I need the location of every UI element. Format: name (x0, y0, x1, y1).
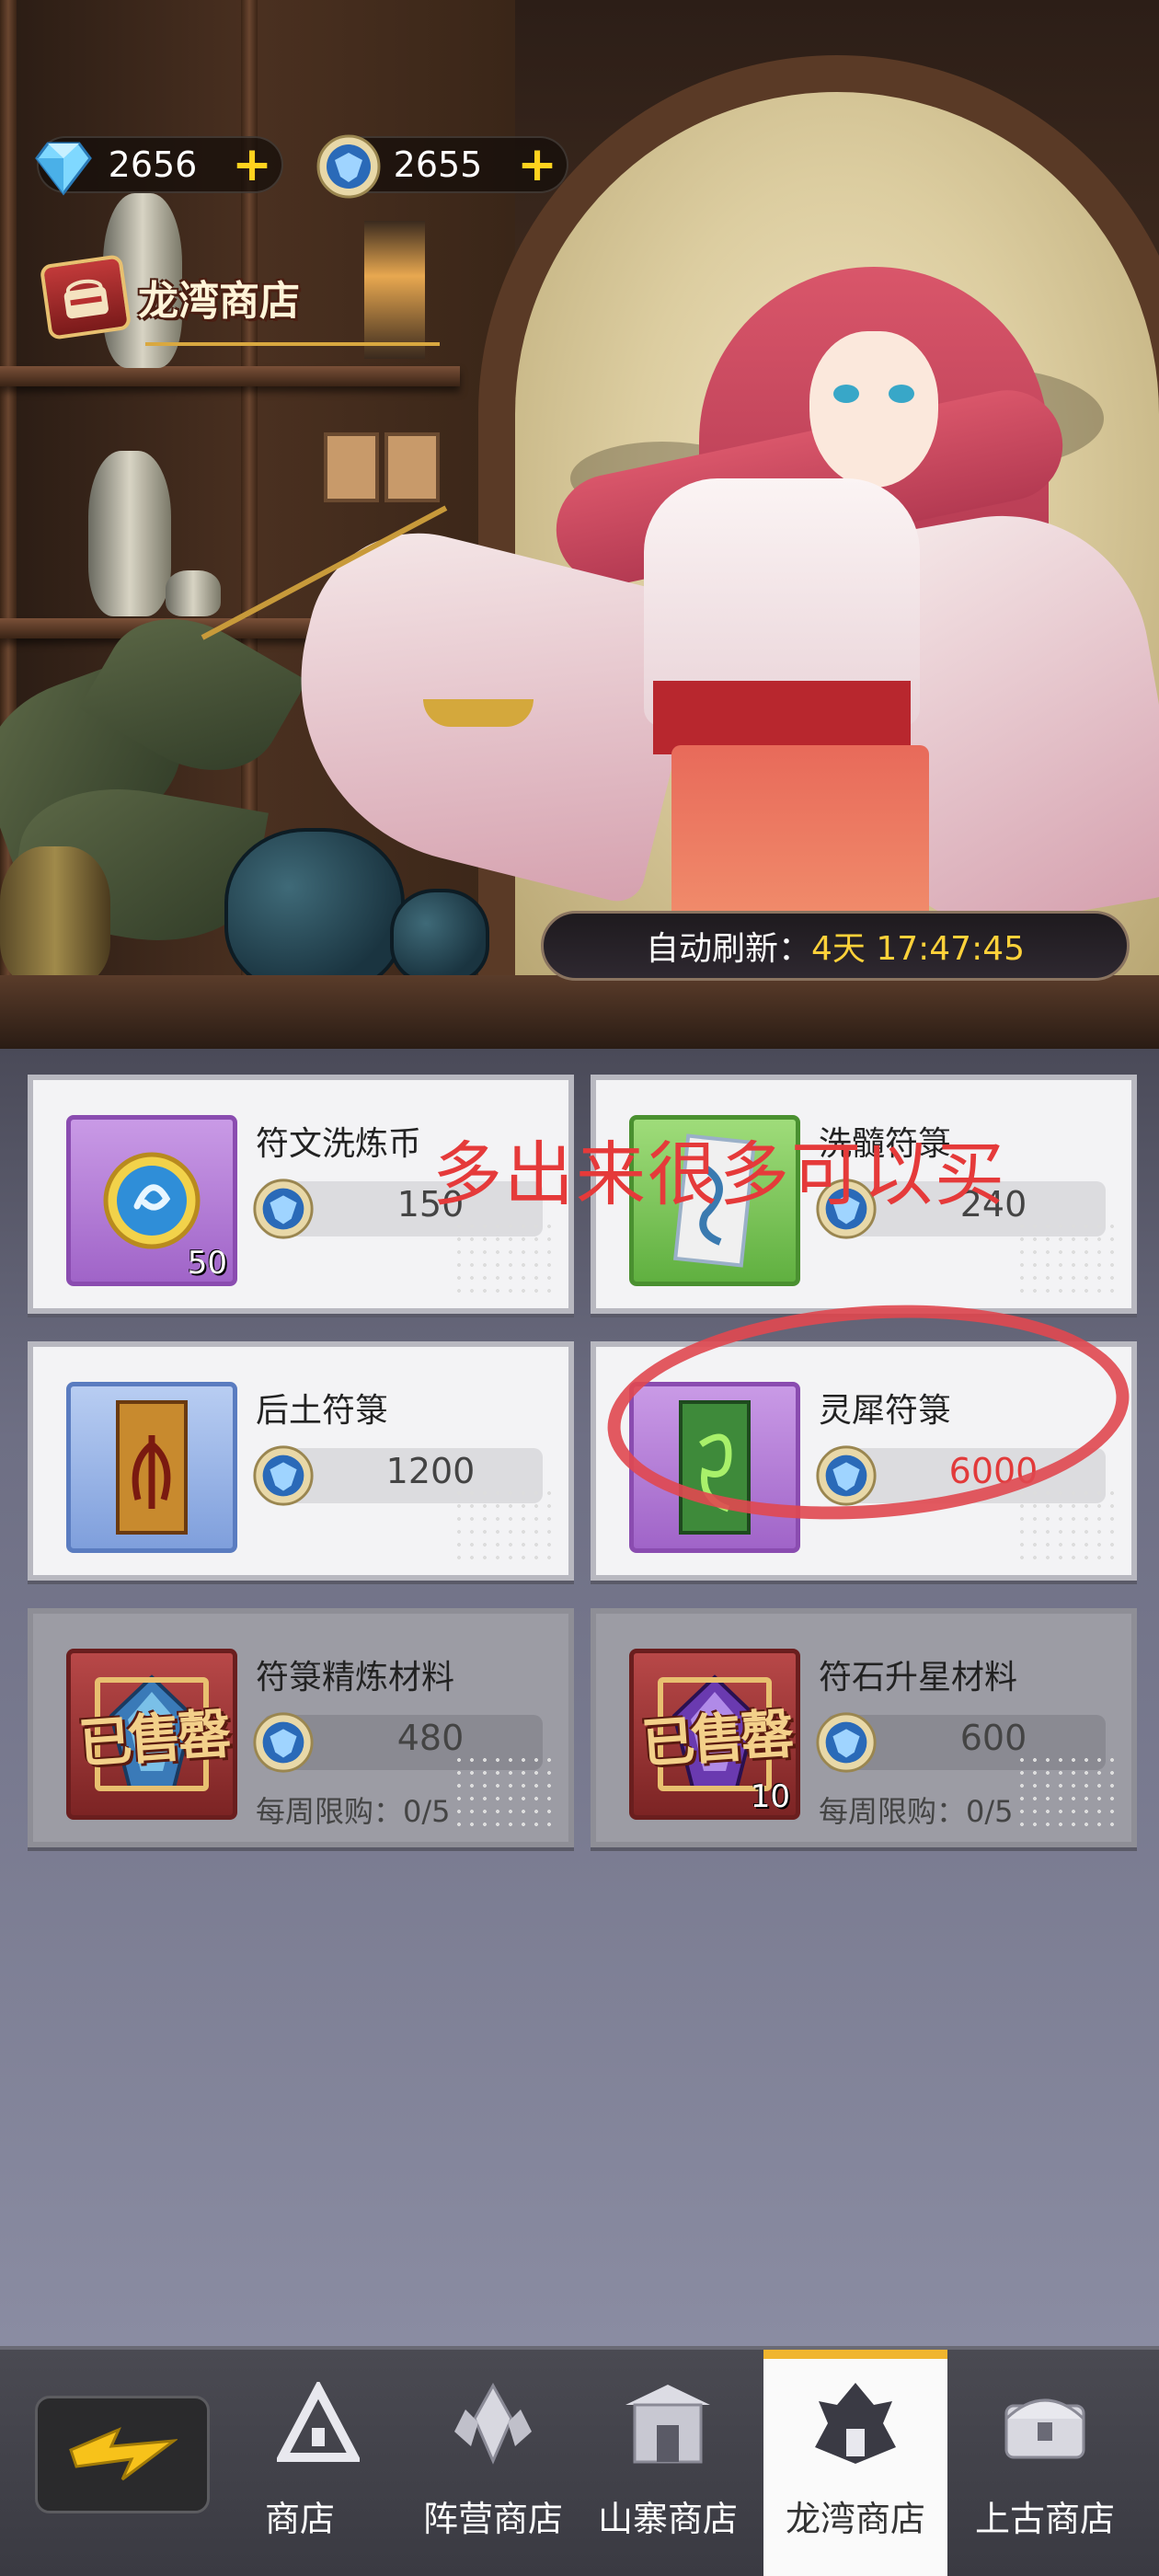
box-decoration (324, 432, 379, 502)
tab-label: 商店 (264, 2499, 335, 2539)
tab-ancient-shop[interactable]: 上古商店 (953, 2350, 1137, 2576)
crystal-icon (442, 2373, 544, 2474)
shop-banner: 2656 + 2655 + 龙湾商店 自动刷新： 4天 17:47:45 (0, 0, 1159, 1049)
teapot-decoration (390, 889, 489, 984)
diamond-currency: 2656 + (35, 136, 283, 196)
item-name: 符箓精炼材料 (256, 1659, 455, 1696)
rune-coin-icon (253, 1712, 314, 1773)
item-quantity: 10 (750, 1778, 790, 1815)
rune-coin-icon (253, 1445, 314, 1506)
rune-coin-currency: 2655 + (316, 134, 568, 199)
character-sash (653, 681, 911, 754)
refresh-countdown: 4天 17:47:45 (810, 930, 1026, 968)
shelf-board (0, 366, 460, 386)
title-underline (145, 342, 440, 346)
lightning-back-icon (69, 2427, 178, 2481)
sold-out-stamp: 已售罄 (639, 1702, 793, 1776)
shop-title-badge: 龙湾商店 (39, 254, 440, 346)
back-button[interactable] (35, 2396, 210, 2513)
lantern-decoration (364, 221, 425, 359)
item-name: 后土符箓 (256, 1392, 389, 1430)
rune-coin-icon (316, 134, 381, 199)
refresh-label: 自动刷新： (645, 930, 811, 968)
vase-decoration (88, 451, 171, 616)
fortress-icon (617, 2373, 718, 2474)
item-quantity: 50 (187, 1245, 227, 1282)
item-name: 符文洗炼币 (256, 1125, 422, 1163)
bottom-nav: 商店 阵营商店 山寨商店 龙湾商店 上古商店 (0, 2346, 1159, 2576)
earth-talisman-icon (116, 1400, 188, 1535)
item-name: 符石升星材料 (819, 1659, 1018, 1696)
tab-label: 龙湾商店 (785, 2499, 925, 2539)
cup-decoration (166, 570, 221, 616)
diamond-icon (35, 142, 92, 196)
dragon-tower-icon (805, 2373, 906, 2474)
character-skirt (671, 745, 929, 911)
item-price: 600 (959, 1718, 1027, 1758)
tab-longwan-shop[interactable]: 龙湾商店 (763, 2350, 947, 2576)
tab-camp-shop[interactable]: 阵营商店 (401, 2350, 585, 2576)
item-icon-frame (66, 1382, 237, 1553)
box-decoration (384, 432, 440, 502)
item-price: 480 (396, 1718, 465, 1758)
sold-out-stamp: 已售罄 (76, 1702, 230, 1776)
add-rune-coin-button[interactable]: + (515, 137, 559, 192)
tab-fortress-shop[interactable]: 山寨商店 (576, 2350, 760, 2576)
shop-bag-icon (39, 254, 132, 340)
plus-icon: + (517, 137, 557, 192)
tab-label: 阵营商店 (422, 2499, 563, 2539)
item-icon-frame: 已售罄 10 (629, 1649, 800, 1820)
item-icon-frame: 50 (66, 1115, 237, 1286)
tab-label: 山寨商店 (597, 2499, 738, 2539)
page-title: 龙湾商店 (138, 278, 300, 325)
teapot-decoration (224, 828, 405, 994)
scale-pan (423, 699, 534, 727)
item-price: 1200 (385, 1451, 476, 1491)
rune-wash-coin-icon (103, 1152, 201, 1249)
triangle-icon (268, 2373, 369, 2474)
rune-coin-icon (816, 1712, 877, 1773)
character-face (809, 331, 938, 488)
shop-item-card[interactable]: 已售罄 符箓精炼材料 480 每周限购：0/5 (28, 1608, 574, 1847)
auto-refresh-timer: 自动刷新： 4天 17:47:45 (541, 911, 1130, 981)
tab-shop-partial[interactable]: 商店 (235, 2350, 401, 2576)
weekly-limit: 每周限购：0/5 (256, 1794, 451, 1829)
ancient-chest-icon (994, 2373, 1096, 2474)
tab-label: 上古商店 (974, 2499, 1115, 2539)
shop-item-card[interactable]: 后土符箓 1200 (28, 1341, 574, 1581)
jar-decoration (0, 846, 110, 984)
annotation-text: 多出来很多可以买 (432, 1133, 1006, 1215)
plus-icon: + (232, 137, 272, 192)
table-edge (0, 975, 1159, 1049)
add-diamond-button[interactable]: + (230, 137, 274, 192)
shop-item-card[interactable]: 已售罄 10 符石升星材料 600 每周限购：0/5 (591, 1608, 1137, 1847)
weekly-limit: 每周限购：0/5 (819, 1794, 1014, 1829)
rune-coin-icon (253, 1179, 314, 1239)
item-icon-frame: 已售罄 (66, 1649, 237, 1820)
